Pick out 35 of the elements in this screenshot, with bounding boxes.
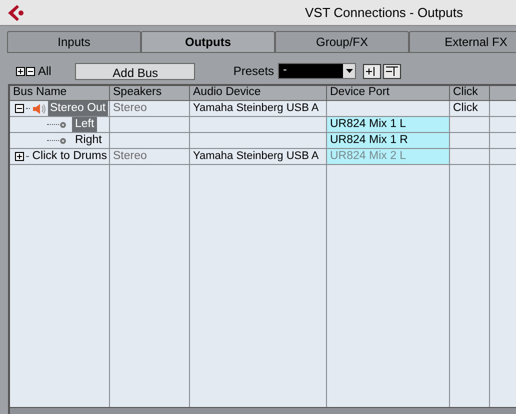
bus-name[interactable]: Click to Drums bbox=[30, 149, 109, 164]
table-cell: Stereo bbox=[110, 101, 190, 116]
column-header[interactable]: Click bbox=[450, 86, 490, 100]
channel-name[interactable]: Left bbox=[72, 117, 98, 132]
caret-icon bbox=[346, 69, 353, 73]
presets-label: Presets bbox=[233, 63, 274, 80]
tab[interactable]: External FX bbox=[409, 31, 516, 52]
column-header[interactable]: Audio Device bbox=[190, 86, 327, 100]
tab[interactable]: Outputs bbox=[141, 31, 275, 52]
port-icon bbox=[60, 122, 66, 128]
speaker-icon bbox=[32, 102, 46, 114]
tab[interactable]: Inputs bbox=[7, 31, 141, 52]
port-icon bbox=[60, 138, 66, 144]
column-header[interactable]: Speakers bbox=[110, 86, 190, 100]
table-cell: UR824 Mix 1 R bbox=[327, 133, 450, 148]
all-label: All bbox=[38, 63, 52, 80]
table-cell: Stereo bbox=[110, 149, 190, 164]
table-cell: UR824 Mix 1 L bbox=[327, 117, 450, 132]
tab[interactable]: Group/FX bbox=[275, 31, 409, 52]
presets-dropdown[interactable]: - bbox=[278, 63, 356, 79]
save-preset-icon[interactable] bbox=[363, 64, 382, 78]
table-cell: Yamaha Steinberg USB A bbox=[190, 101, 327, 116]
table-cell: Click bbox=[450, 101, 490, 116]
expand-all-icon[interactable] bbox=[16, 66, 25, 76]
window-title: VST Connections - Outputs bbox=[305, 4, 464, 22]
collapse-toggle[interactable] bbox=[15, 104, 24, 113]
table-cell: UR824 Mix 2 L bbox=[327, 149, 450, 164]
add-bus-button[interactable]: Add Bus bbox=[75, 62, 196, 80]
remove-preset-icon[interactable] bbox=[383, 64, 402, 78]
collapse-all-icon[interactable] bbox=[26, 66, 35, 76]
channel-name[interactable]: Right bbox=[72, 133, 105, 148]
column-header[interactable]: Bus Name bbox=[10, 86, 110, 100]
bus-name[interactable]: Stereo Out bbox=[48, 101, 108, 116]
expand-toggle[interactable] bbox=[15, 152, 24, 161]
column-header[interactable]: Device Port bbox=[327, 86, 450, 100]
